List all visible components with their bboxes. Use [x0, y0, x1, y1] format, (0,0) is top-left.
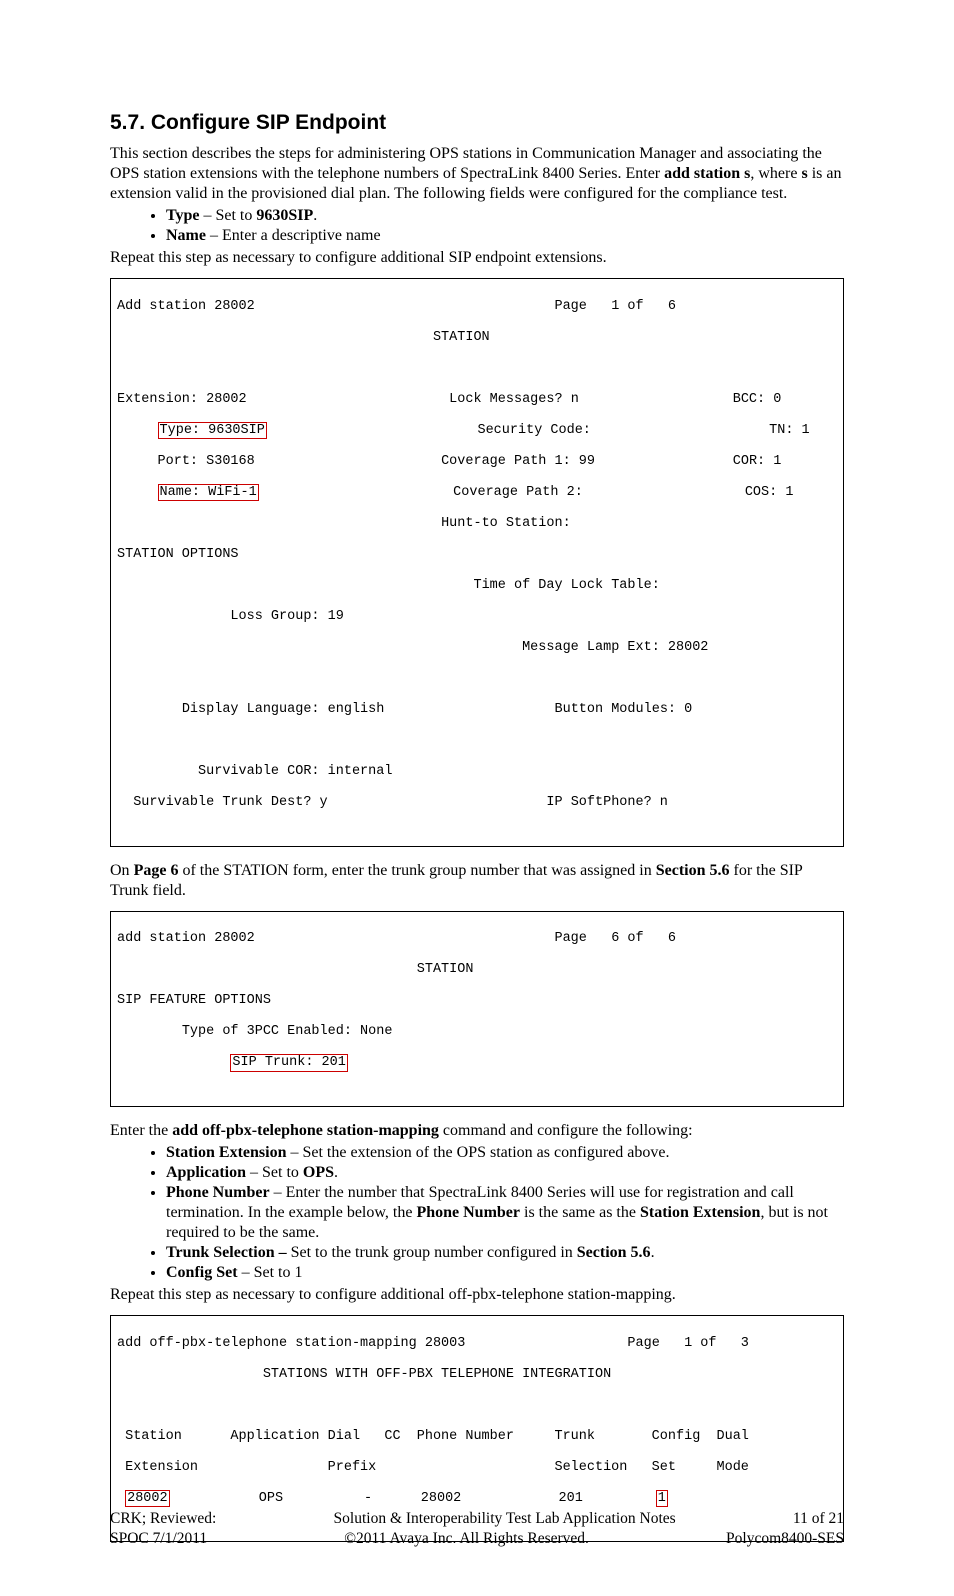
field-name: Station Extension: [640, 1204, 760, 1221]
document-page: 5.7. Configure SIP Endpoint This section…: [0, 0, 954, 1596]
field: Type of 3PCC Enabled: None: [182, 1024, 393, 1039]
row-configset-highlight: 1: [656, 1490, 668, 1508]
field: COS: 1: [745, 485, 794, 500]
footer-left: CRK; Reviewed:: [110, 1509, 216, 1528]
text: is the same as the: [520, 1204, 640, 1221]
repeat-note: Repeat this step as necessary to configu…: [110, 248, 844, 268]
section-label: SIP FEATURE OPTIONS: [117, 993, 271, 1008]
section-heading: 5.7. Configure SIP Endpoint: [110, 110, 844, 136]
text: – Set to 1: [238, 1264, 303, 1281]
form-title: STATIONS WITH OFF-PBX TELEPHONE INTEGRAT…: [263, 1367, 611, 1382]
footer-center: Solution & Interoperability Test Lab App…: [334, 1509, 676, 1528]
row-extension-highlight: 28002: [125, 1490, 170, 1508]
list-item: Trunk Selection – Set to the trunk group…: [166, 1243, 844, 1263]
intro-bullets: Type – Set to 9630SIP. Name – Enter a de…: [110, 206, 844, 246]
field: BCC: 0: [733, 392, 782, 407]
text: command and configure the following:: [439, 1122, 693, 1139]
offpbx-intro: Enter the add off-pbx-telephone station-…: [110, 1121, 844, 1141]
section-number: 5.7.: [110, 111, 145, 134]
field: IP SoftPhone? n: [546, 795, 668, 810]
section-ref: Section 5.6: [656, 862, 730, 879]
intro-paragraph: This section describes the steps for adm…: [110, 144, 844, 204]
field-value: 9630SIP: [256, 207, 313, 224]
text: , where: [750, 165, 801, 182]
field-name: Trunk Selection –: [166, 1244, 287, 1261]
text: – Set to: [246, 1164, 303, 1181]
field-name: Phone Number: [166, 1184, 270, 1201]
text: .: [651, 1244, 655, 1261]
section-label: STATION OPTIONS: [117, 547, 239, 562]
field-name: Station Extension: [166, 1144, 286, 1161]
text: Set to the trunk group number configured…: [287, 1244, 577, 1261]
field: Port: S30168: [158, 454, 255, 469]
field-siptrunk-highlight: SIP Trunk: 201: [230, 1054, 347, 1072]
list-item: Config Set – Set to 1: [166, 1263, 844, 1283]
page-indicator: Page 1 of 3: [627, 1336, 749, 1351]
terminal-screen-2: add station 28002 Page 6 of 6 STATION SI…: [110, 911, 844, 1107]
page-indicator: Page 1 of 6: [554, 299, 676, 314]
footer-left: SPOC 7/1/2011: [110, 1529, 207, 1548]
list-item: Station Extension – Set the extension of…: [166, 1143, 844, 1163]
text: Enter the: [110, 1122, 172, 1139]
text: [117, 1491, 125, 1506]
field-name: Config Set: [166, 1264, 238, 1281]
field: Loss Group: 19: [230, 609, 343, 624]
text: .: [334, 1164, 338, 1181]
field: Security Code:: [477, 423, 590, 438]
field: Coverage Path 2:: [453, 485, 583, 500]
terminal-screen-1: Add station 28002 Page 1 of 6 STATION Ex…: [110, 278, 844, 847]
field: Survivable Trunk Dest? y: [133, 795, 327, 810]
footer-center: ©2011 Avaya Inc. All Rights Reserved.: [344, 1529, 589, 1548]
field-name: Application: [166, 1164, 246, 1181]
text: – Set the extension of the OPS station a…: [286, 1144, 669, 1161]
section-ref: Section 5.6: [577, 1244, 651, 1261]
field: Message Lamp Ext: 28002: [522, 640, 708, 655]
field: Coverage Path 1: 99: [441, 454, 595, 469]
field: Time of Day Lock Table:: [473, 578, 659, 593]
field-name-highlight: Name: WiFi-1: [158, 484, 259, 502]
text: – Set to: [199, 207, 256, 224]
field-name: Name: [166, 227, 206, 244]
text: – Enter a descriptive name: [206, 227, 381, 244]
field: Lock Messages? n: [449, 392, 579, 407]
field: Button Modules: 0: [555, 702, 693, 717]
field-name: Phone Number: [416, 1204, 520, 1221]
table-header: Extension Prefix Selection Set Mode: [117, 1460, 837, 1476]
form-title: STATION: [417, 962, 474, 977]
list-item: Name – Enter a descriptive name: [166, 226, 844, 246]
section-title: Configure SIP Endpoint: [151, 111, 386, 134]
text: of the STATION form, enter the trunk gro…: [178, 862, 655, 879]
field: Survivable COR: internal: [198, 764, 392, 779]
mid-paragraph: On Page 6 of the STATION form, enter the…: [110, 861, 844, 901]
cmd-line: add station 28002: [117, 931, 255, 946]
field: TN: 1: [769, 423, 810, 438]
list-item: Type – Set to 9630SIP.: [166, 206, 844, 226]
text: .: [313, 207, 317, 224]
field: COR: 1: [733, 454, 782, 469]
field-type-highlight: Type: 9630SIP: [158, 422, 267, 440]
text: On: [110, 862, 134, 879]
field: Hunt-to Station:: [441, 516, 571, 531]
list-item: Phone Number – Enter the number that Spe…: [166, 1183, 844, 1243]
table-row: OPS - 28002 201: [170, 1491, 656, 1506]
page-indicator: Page 6 of 6: [554, 931, 676, 946]
page-footer: CRK; Reviewed: Solution & Interoperabili…: [110, 1509, 844, 1548]
command-text: add station s: [664, 165, 750, 182]
field-value: OPS: [303, 1164, 334, 1181]
field: Display Language: english: [182, 702, 385, 717]
terminal-screen-3: add off-pbx-telephone station-mapping 28…: [110, 1315, 844, 1542]
cmd-line: Add station 28002: [117, 299, 255, 314]
field-name: Type: [166, 207, 199, 224]
cmd-line: add off-pbx-telephone station-mapping 28…: [117, 1336, 465, 1351]
table-header: Station Application Dial CC Phone Number…: [117, 1429, 837, 1445]
form-title: STATION: [433, 330, 490, 345]
footer-right: 11 of 21: [793, 1509, 844, 1528]
field: Extension: 28002: [117, 392, 247, 407]
repeat-note-2: Repeat this step as necessary to configu…: [110, 1285, 844, 1305]
page-ref: Page 6: [134, 862, 179, 879]
offpbx-bullets: Station Extension – Set the extension of…: [110, 1143, 844, 1283]
footer-right: Polycom8400-SES: [726, 1529, 844, 1548]
command-text: add off-pbx-telephone station-mapping: [172, 1122, 439, 1139]
list-item: Application – Set to OPS.: [166, 1163, 844, 1183]
